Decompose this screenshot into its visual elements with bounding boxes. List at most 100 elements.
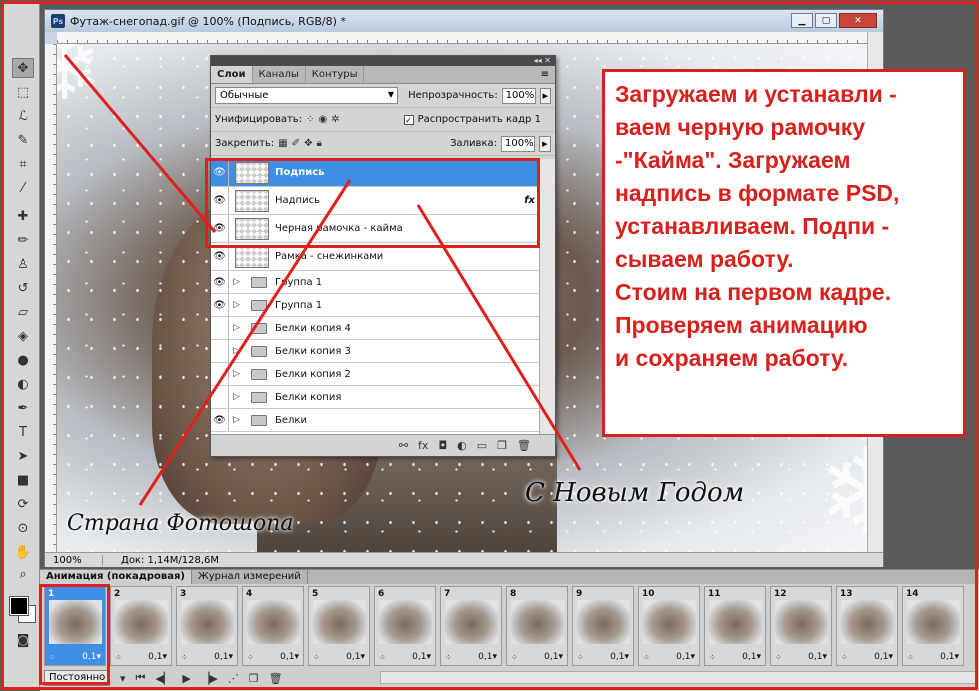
collapse-icon[interactable]: ◂◂ ✕ (534, 56, 551, 66)
shape-tool-icon[interactable]: ■ (12, 470, 34, 490)
expand-group-icon[interactable]: ▷ (233, 392, 245, 402)
stamp-tool-icon[interactable]: ♙ (12, 254, 34, 274)
frame-disposal-icon[interactable]: ⁘ (841, 653, 848, 662)
3d-orbit-tool-icon[interactable]: ⊙ (12, 518, 34, 538)
opacity-arrow-icon[interactable]: ▶ (539, 87, 551, 104)
expand-group-icon[interactable]: ▷ (233, 369, 245, 379)
layer-row[interactable]: ▷ Белки копия 4 (211, 317, 541, 340)
layer-row[interactable]: ▷ Белки копия 2 (211, 363, 541, 386)
add-style-icon[interactable]: fx (418, 439, 428, 452)
tween-icon[interactable]: ⋰ (228, 672, 239, 685)
lasso-tool-icon[interactable]: ℒ (12, 106, 34, 126)
visibility-eye-icon[interactable]: 👁︎ (211, 409, 229, 431)
frame-delay[interactable]: 0,1▾ (874, 652, 893, 662)
unify-visibility-icon[interactable]: ◉ (318, 114, 327, 125)
frame-delay[interactable]: 0,1▾ (214, 652, 233, 662)
visibility-eye-icon[interactable]: 👁︎ (211, 271, 229, 293)
frame-disposal-icon[interactable]: ⁘ (181, 653, 188, 662)
tab-channels[interactable]: Каналы (253, 66, 306, 83)
expand-group-icon[interactable]: ▷ (233, 277, 245, 287)
prev-frame-icon[interactable]: ◀▏ (155, 672, 172, 685)
eyedropper-tool-icon[interactable]: ⁄ (12, 178, 34, 198)
layer-row[interactable]: ▷ Белки копия (211, 386, 541, 409)
blur-tool-icon[interactable]: ● (12, 350, 34, 370)
unify-position-icon[interactable]: ⁘ (306, 114, 314, 125)
frame-delay[interactable]: 0,1▾ (610, 652, 629, 662)
visibility-eye-icon[interactable]: 👁︎ (211, 294, 229, 316)
new-group-icon[interactable]: ▭ (477, 439, 487, 452)
hand-tool-icon[interactable]: ✋ (12, 542, 34, 562)
crop-tool-icon[interactable]: ⌗ (12, 154, 34, 174)
lock-pixels-icon[interactable]: ✐ (292, 138, 300, 149)
lock-all-icon[interactable]: 🔒︎ (316, 138, 321, 149)
animation-frame[interactable]: 14 ⁘ 0,1▾ (902, 586, 964, 666)
3d-rotate-tool-icon[interactable]: ⟳ (12, 494, 34, 514)
animation-frame[interactable]: 9 ⁘ 0,1▾ (572, 586, 634, 666)
play-icon[interactable]: ▶ (182, 672, 190, 685)
document-titlebar[interactable]: Ps Футаж-снегопад.gif @ 100% (Подпись, R… (45, 10, 883, 32)
frame-delay[interactable]: 0,1▾ (412, 652, 431, 662)
propagate-checkbox[interactable]: ✓ (403, 114, 414, 125)
move-tool-icon[interactable]: ✥ (12, 58, 34, 78)
delete-layer-icon[interactable]: 🗑︎ (517, 439, 531, 452)
healing-tool-icon[interactable]: ✚ (12, 206, 34, 226)
marquee-tool-icon[interactable]: ⬚ (12, 82, 34, 102)
animation-frame[interactable]: 7 ⁘ 0,1▾ (440, 586, 502, 666)
brush-tool-icon[interactable]: ✏ (12, 230, 34, 250)
frame-disposal-icon[interactable]: ⁘ (379, 653, 386, 662)
expand-group-icon[interactable]: ▷ (233, 300, 245, 310)
frame-delay[interactable]: 0,1▾ (280, 652, 299, 662)
expand-group-icon[interactable]: ▷ (233, 323, 245, 333)
frame-delay[interactable]: 0,1▾ (676, 652, 695, 662)
pen-tool-icon[interactable]: ✒ (12, 398, 34, 418)
opacity-input[interactable]: 100% (501, 87, 536, 104)
layer-row[interactable]: 👁︎ ▷ Группа 1 (211, 271, 541, 294)
expand-group-icon[interactable]: ▷ (233, 415, 245, 425)
frame-disposal-icon[interactable]: ⁘ (643, 653, 650, 662)
animation-frame[interactable]: 5 ⁘ 0,1▾ (308, 586, 370, 666)
tab-animation[interactable]: Анимация (покадровая) (40, 570, 192, 584)
frame-disposal-icon[interactable]: ⁘ (247, 653, 254, 662)
frame-delay[interactable]: 0,1▾ (544, 652, 563, 662)
close-button[interactable]: ✕ (839, 13, 877, 28)
tab-measurement-log[interactable]: Журнал измерений (192, 570, 308, 584)
tab-layers[interactable]: Слои (211, 66, 253, 83)
fill-input[interactable]: 100% (501, 135, 535, 152)
animation-frame[interactable]: 4 ⁘ 0,1▾ (242, 586, 304, 666)
layers-scrollbar[interactable] (539, 159, 555, 436)
type-tool-icon[interactable]: T (12, 422, 34, 442)
frame-disposal-icon[interactable]: ⁘ (511, 653, 518, 662)
panel-menu-icon[interactable]: ≡ (535, 66, 555, 83)
path-select-tool-icon[interactable]: ➤ (12, 446, 34, 466)
visibility-eye-icon[interactable] (211, 317, 229, 339)
zoom-level[interactable]: 100% (45, 554, 103, 566)
visibility-eye-icon[interactable] (211, 363, 229, 385)
adjustment-layer-icon[interactable]: ◐ (457, 439, 467, 452)
expand-group-icon[interactable]: ▷ (233, 346, 245, 356)
duplicate-frame-icon[interactable]: ❐ (249, 672, 259, 685)
blend-mode-select[interactable]: Обычные (215, 87, 399, 104)
visibility-eye-icon[interactable] (211, 340, 229, 362)
eraser-tool-icon[interactable]: ▱ (12, 302, 34, 322)
visibility-eye-icon[interactable] (211, 386, 229, 408)
frame-disposal-icon[interactable]: ⁘ (445, 653, 452, 662)
lock-transparency-icon[interactable]: ▦ (278, 138, 287, 149)
animation-frame[interactable]: 11 ⁘ 0,1▾ (704, 586, 766, 666)
fill-arrow-icon[interactable]: ▶ (539, 135, 551, 152)
frame-delay[interactable]: 0,1▾ (808, 652, 827, 662)
quick-select-tool-icon[interactable]: ✎ (12, 130, 34, 150)
animation-frame[interactable]: 8 ⁘ 0,1▾ (506, 586, 568, 666)
add-mask-icon[interactable]: ◘ (438, 439, 447, 452)
frame-delay[interactable]: 0,1▾ (346, 652, 365, 662)
animation-frame[interactable]: 12 ⁘ 0,1▾ (770, 586, 832, 666)
animation-frame[interactable]: 10 ⁘ 0,1▾ (638, 586, 700, 666)
maximize-button[interactable]: ▢ (815, 13, 837, 28)
animation-frame[interactable]: 6 ⁘ 0,1▾ (374, 586, 436, 666)
frames-scrollbar[interactable] (380, 671, 976, 684)
frame-disposal-icon[interactable]: ⁘ (115, 653, 122, 662)
dodge-tool-icon[interactable]: ◐ (12, 374, 34, 394)
frame-disposal-icon[interactable]: ⁘ (907, 653, 914, 662)
animation-frame[interactable]: 13 ⁘ 0,1▾ (836, 586, 898, 666)
frame-disposal-icon[interactable]: ⁘ (313, 653, 320, 662)
quick-mask-icon[interactable]: ◙ (12, 630, 34, 650)
